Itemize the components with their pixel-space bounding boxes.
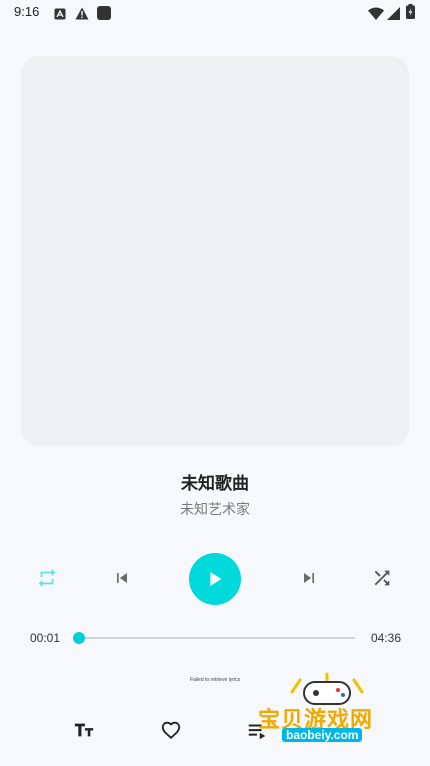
next-button[interactable]	[295, 564, 323, 592]
seek-thumb[interactable]	[73, 632, 86, 644]
current-time: 00:01	[30, 631, 61, 645]
warning-icon	[75, 5, 89, 24]
previous-button[interactable]	[108, 564, 136, 592]
watermark-en: baobeiy.com	[282, 728, 363, 742]
status-bar: 9:16	[0, 0, 430, 26]
repeat-icon	[38, 568, 56, 588]
total-time: 04:36	[371, 631, 402, 645]
shuffle-button[interactable]	[368, 564, 396, 592]
repeat-button[interactable]	[33, 564, 61, 592]
song-title: 未知歌曲	[181, 474, 249, 494]
wifi-icon	[368, 5, 384, 24]
a-app-icon	[54, 5, 66, 24]
favorite-button[interactable]	[157, 716, 185, 744]
play-button[interactable]	[189, 553, 241, 605]
seek-bar[interactable]	[78, 637, 355, 639]
square-app-icon	[97, 5, 111, 24]
text-size-icon	[74, 723, 94, 737]
watermark: 宝贝游戏网 baobeiy.com	[252, 672, 402, 752]
text-size-button[interactable]	[70, 716, 98, 744]
album-art	[21, 56, 409, 446]
skip-previous-icon	[117, 573, 127, 583]
song-artist: 未知艺术家	[180, 502, 250, 518]
signal-icon	[387, 5, 400, 24]
heart-icon	[161, 721, 181, 740]
shuffle-icon	[374, 570, 390, 586]
play-icon	[210, 572, 222, 586]
status-time: 9:16	[14, 4, 40, 19]
skip-next-icon	[304, 573, 314, 583]
battery-icon	[406, 4, 415, 23]
